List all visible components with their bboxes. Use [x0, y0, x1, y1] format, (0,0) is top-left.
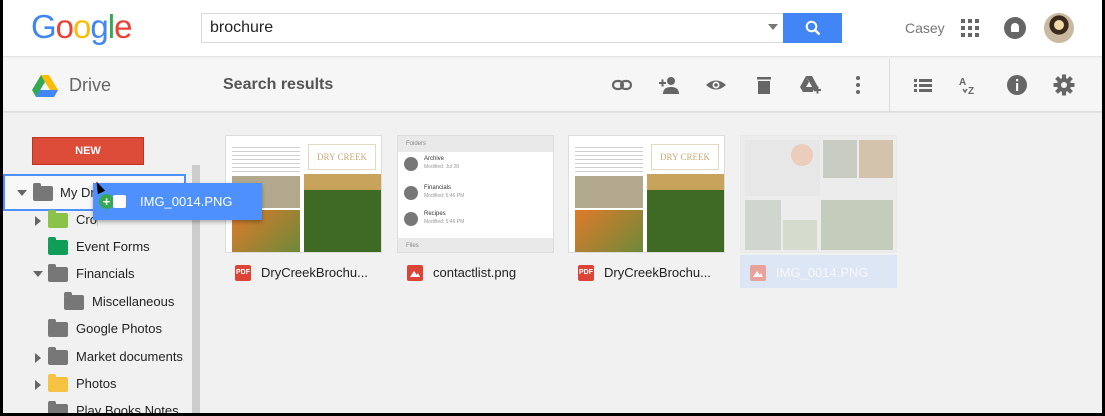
file-name-bar: PDF DryCreekBrochu...	[568, 255, 725, 288]
sidebar-item-crop[interactable]: Crop	[35, 210, 98, 232]
file-card[interactable]: DRY CREEK PDF DryCreekBrochu...	[568, 135, 725, 288]
drive-folder-icon	[33, 183, 53, 201]
file-thumbnail: Folders Archive Modified: Jul 28 Financi…	[397, 135, 554, 253]
add-to-drive-icon[interactable]	[799, 74, 821, 96]
file-name: DryCreekBrochu...	[604, 265, 711, 280]
search-input[interactable]	[202, 14, 752, 42]
file-card-dragging[interactable]: IMG_0014.PNG	[740, 135, 897, 288]
image-file-icon	[113, 195, 126, 208]
search-options-icon[interactable]	[768, 24, 778, 30]
folder-icon	[64, 292, 84, 310]
sidebar-item-photos[interactable]: Photos	[35, 374, 190, 396]
drag-preview-chip: + IMG_0014.PNG	[93, 183, 262, 220]
forms-folder-icon	[48, 237, 68, 255]
svg-text:A: A	[959, 77, 966, 88]
apps-grid-icon[interactable]	[961, 19, 979, 37]
delete-icon[interactable]	[753, 74, 775, 96]
drive-window: Google Casey Drive Search results	[3, 0, 1102, 413]
page-title: Search results	[223, 76, 334, 93]
sidebar-item-miscellaneous[interactable]: Miscellaneous	[64, 292, 189, 314]
file-name: IMG_0014.PNG	[776, 265, 869, 280]
sidebar-item-play-books-notes[interactable]: Play Books Notes	[48, 401, 188, 413]
image-file-icon	[750, 265, 766, 281]
app-name[interactable]: Drive	[69, 75, 111, 96]
pdf-file-icon: PDF	[578, 265, 594, 281]
list-view-icon[interactable]	[912, 74, 934, 96]
search-icon	[805, 20, 821, 36]
file-thumbnail: DRY CREEK	[568, 135, 725, 253]
top-bar: Google Casey	[3, 0, 1102, 57]
pdf-file-icon: PDF	[235, 265, 251, 281]
new-button[interactable]: NEW	[32, 137, 144, 165]
search-button[interactable]	[783, 13, 842, 43]
user-name[interactable]: Casey	[905, 20, 945, 36]
file-name-bar: contactlist.png	[397, 255, 554, 288]
drive-logo-icon[interactable]	[32, 75, 58, 97]
file-name: DryCreekBrochu...	[261, 265, 368, 280]
svg-text:Z: Z	[968, 86, 974, 96]
link-icon[interactable]	[611, 74, 633, 96]
folder-icon	[48, 347, 68, 365]
settings-icon[interactable]	[1053, 74, 1075, 96]
drive-toolbar: Drive Search results A Z	[3, 58, 1102, 112]
file-grid: DRY CREEK PDF DryCreekBrochu... Folders …	[201, 113, 1102, 413]
file-card[interactable]: Folders Archive Modified: Jul 28 Financi…	[397, 135, 554, 288]
sidebar: NEW My Drive Crop Event Forms Financials…	[3, 113, 201, 413]
search-box	[201, 13, 785, 43]
folder-icon	[48, 401, 68, 413]
file-name-bar: PDF DryCreekBrochu...	[225, 255, 382, 288]
image-file-icon	[407, 265, 423, 281]
drag-file-name: IMG_0014.PNG	[140, 194, 233, 209]
preview-icon[interactable]	[705, 74, 727, 96]
avatar[interactable]	[1044, 13, 1074, 43]
folder-icon	[48, 264, 68, 282]
sidebar-item-market-documents[interactable]: Market documents	[35, 347, 190, 369]
folder-icon	[48, 319, 68, 337]
info-icon[interactable]	[1006, 74, 1028, 96]
sidebar-item-financials[interactable]: Financials	[33, 264, 188, 286]
share-icon[interactable]	[658, 74, 680, 96]
more-icon[interactable]	[847, 74, 869, 96]
toolbar-divider	[889, 58, 890, 112]
sort-icon[interactable]: A Z	[958, 74, 980, 96]
sidebar-item-event-forms[interactable]: Event Forms	[48, 237, 188, 259]
notifications-icon[interactable]	[1004, 17, 1026, 39]
file-name: contactlist.png	[433, 265, 517, 280]
google-logo[interactable]: Google	[31, 8, 132, 46]
sidebar-item-google-photos[interactable]: Google Photos	[48, 319, 188, 341]
file-name-bar-selected: IMG_0014.PNG	[740, 255, 897, 288]
shared-folder-icon	[48, 374, 68, 392]
file-thumbnail	[740, 135, 897, 253]
add-icon: +	[99, 194, 114, 209]
shared-folder-icon	[48, 210, 68, 228]
